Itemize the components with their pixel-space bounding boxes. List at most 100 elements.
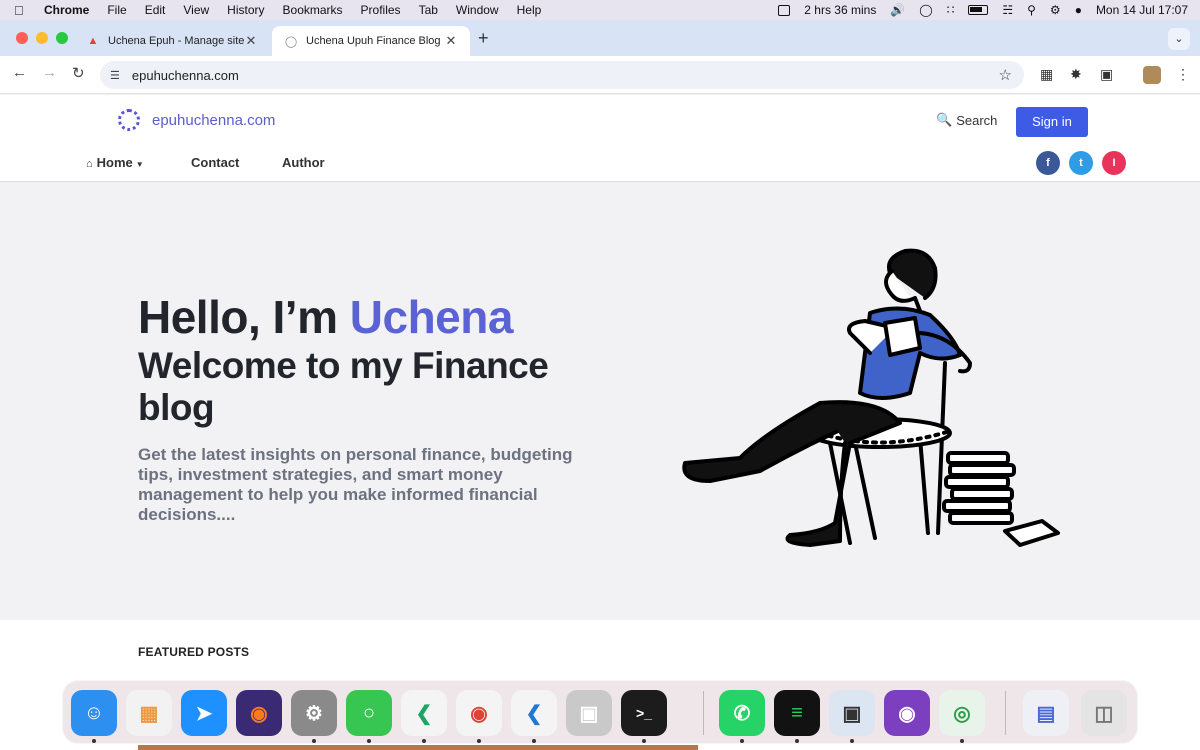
minimize-window-button[interactable]: [36, 32, 48, 44]
menu-window[interactable]: Window: [456, 3, 499, 17]
profile-avatar[interactable]: [1143, 66, 1161, 84]
close-tab-icon[interactable]: ✕: [444, 33, 458, 49]
new-tab-button[interactable]: +: [478, 28, 489, 49]
instagram-icon[interactable]: I: [1102, 151, 1126, 175]
running-indicator: [92, 739, 96, 743]
hero-name: Uchena: [349, 291, 514, 343]
recent-window-icon[interactable]: ▤: [1023, 690, 1069, 736]
user-status-icon[interactable]: ◯: [919, 3, 932, 17]
hero-description: Get the latest insights on personal fina…: [138, 445, 573, 524]
tab-search-chevron-icon[interactable]: ⌄: [1168, 28, 1190, 50]
hero-greeting-prefix: Hello, I’m: [138, 291, 350, 343]
siri-icon[interactable]: ●: [1075, 3, 1082, 17]
site-info-icon[interactable]: ☰: [110, 69, 120, 82]
logo-text: epuhuchenna.com: [152, 111, 276, 129]
home-icon: ⌂: [86, 158, 93, 170]
browser-tab-active[interactable]: ◯ Uchena Upuh Finance Blog ✕: [272, 26, 470, 56]
trash-icon[interactable]: ◫: [1081, 690, 1127, 736]
running-indicator: [795, 739, 799, 743]
running-indicator: [477, 739, 481, 743]
reload-icon[interactable]: ↻: [72, 64, 85, 82]
apple-menu-icon[interactable]: : [14, 3, 34, 18]
close-tab-icon[interactable]: ✕: [244, 33, 258, 49]
github-desktop-icon[interactable]: ◉: [884, 690, 930, 736]
vscode-icon[interactable]: ❮: [511, 690, 557, 736]
preview-icon[interactable]: ▣: [829, 690, 875, 736]
loading-favicon-icon: ◯: [284, 35, 298, 48]
bookmark-star-icon[interactable]: ☆: [999, 66, 1012, 84]
terminal-icon[interactable]: >_: [621, 690, 667, 736]
network-radar-icon[interactable]: ◎: [939, 690, 985, 736]
featured-post-thumbnail[interactable]: [138, 745, 698, 750]
web-page: epuhuchenna.com 🔍 Search Sign in ⌂ Home ▼ …: [0, 95, 1200, 750]
search-button[interactable]: 🔍 Search: [936, 112, 997, 128]
messages-icon[interactable]: ○: [346, 690, 392, 736]
running-indicator: [642, 739, 646, 743]
launchpad-icon[interactable]: ▦: [126, 690, 172, 736]
finder-icon[interactable]: ☺: [71, 690, 117, 736]
menu-edit[interactable]: Edit: [145, 3, 166, 17]
sign-in-button[interactable]: Sign in: [1016, 107, 1088, 137]
vscode-insiders-icon[interactable]: ❮: [401, 690, 447, 736]
menu-bookmarks[interactable]: Bookmarks: [283, 3, 343, 17]
wifi-icon[interactable]: ☵: [1002, 3, 1013, 17]
running-indicator: [312, 739, 316, 743]
sidebar-status-icon[interactable]: [778, 4, 791, 16]
menu-help[interactable]: Help: [517, 3, 542, 17]
safari-icon[interactable]: ➤: [181, 690, 227, 736]
browser-tab[interactable]: ▲ Uchena Epuh - Manage site - ✕: [74, 26, 270, 56]
tab-title: Uchena Epuh - Manage site -: [108, 35, 244, 47]
menu-history[interactable]: History: [227, 3, 264, 17]
menu-app-name[interactable]: Chrome: [44, 3, 89, 17]
menu-tab[interactable]: Tab: [419, 3, 438, 17]
running-indicator: [532, 739, 536, 743]
dock-separator: [703, 691, 704, 735]
menu-view[interactable]: View: [183, 3, 209, 17]
site-logo[interactable]: epuhuchenna.com: [118, 109, 275, 131]
back-arrow-icon[interactable]: ←: [12, 64, 27, 81]
chevron-down-icon: ▼: [135, 160, 144, 169]
spotify-icon[interactable]: ≡: [774, 690, 820, 736]
nav-author[interactable]: Author: [282, 155, 325, 170]
menu-profiles[interactable]: Profiles: [361, 3, 401, 17]
screen-time-timer[interactable]: 2 hrs 36 mins: [804, 3, 876, 17]
firefox-icon[interactable]: ◉: [236, 690, 282, 736]
bluetooth-icon[interactable]: ∷: [947, 3, 955, 17]
volume-icon[interactable]: 🔊: [890, 3, 905, 17]
facebook-icon[interactable]: f: [1036, 151, 1060, 175]
control-center-icon[interactable]: ⚙: [1050, 3, 1061, 17]
logo-ring-icon: [118, 109, 140, 131]
hero-greeting: Hello, I’m Uchena: [138, 290, 513, 344]
chrome-icon[interactable]: ◉: [456, 690, 502, 736]
system-settings-icon[interactable]: ⚙: [291, 690, 337, 736]
macos-dock: ☺ ▦ ➤ ◉ ⚙ ○ ❮ ◉ ❮ ▣ >_ ✆ ≡ ▣ ◉ ◎ ▤ ◫: [62, 680, 1138, 744]
search-label: Search: [956, 112, 998, 128]
menu-datetime[interactable]: Mon 14 Jul 17:07: [1096, 3, 1188, 17]
site-nav: ⌂ Home ▼ Contact Author f t I: [0, 143, 1200, 182]
whatsapp-icon[interactable]: ✆: [719, 690, 765, 736]
browser-tab-bar: ▲ Uchena Epuh - Manage site - ✕ ◯ Uchena…: [0, 20, 1200, 56]
site-header: epuhuchenna.com 🔍 Search Sign in: [0, 95, 1200, 143]
spotlight-search-icon[interactable]: ⚲: [1027, 3, 1036, 17]
more-menu-icon[interactable]: ⋮: [1176, 66, 1190, 83]
twitter-icon[interactable]: t: [1069, 151, 1093, 175]
window-controls: [16, 32, 68, 44]
running-indicator: [367, 739, 371, 743]
running-indicator: [960, 739, 964, 743]
forward-arrow-icon[interactable]: →: [42, 64, 57, 81]
nav-contact[interactable]: Contact: [191, 155, 239, 170]
battery-icon[interactable]: [968, 5, 989, 15]
close-window-button[interactable]: [16, 32, 28, 44]
bug-extension-icon[interactable]: ✸: [1070, 66, 1082, 83]
extensions-puzzle-icon[interactable]: ▣: [1100, 66, 1113, 83]
address-bar[interactable]: ☰ epuhuchenna.com ☆: [100, 61, 1024, 89]
hero-headline: Welcome to my Finance blog: [138, 345, 549, 428]
maximize-window-button[interactable]: [56, 32, 68, 44]
reading-person-illustration: [682, 248, 1060, 547]
featured-posts-heading: FEATURED POSTS: [138, 645, 250, 659]
nav-home[interactable]: ⌂ Home ▼: [86, 155, 144, 170]
roblox-icon[interactable]: ▣: [566, 690, 612, 736]
url-text[interactable]: epuhuchenna.com: [132, 68, 239, 83]
menu-file[interactable]: File: [107, 3, 126, 17]
qr-code-icon[interactable]: ▦: [1040, 66, 1053, 83]
